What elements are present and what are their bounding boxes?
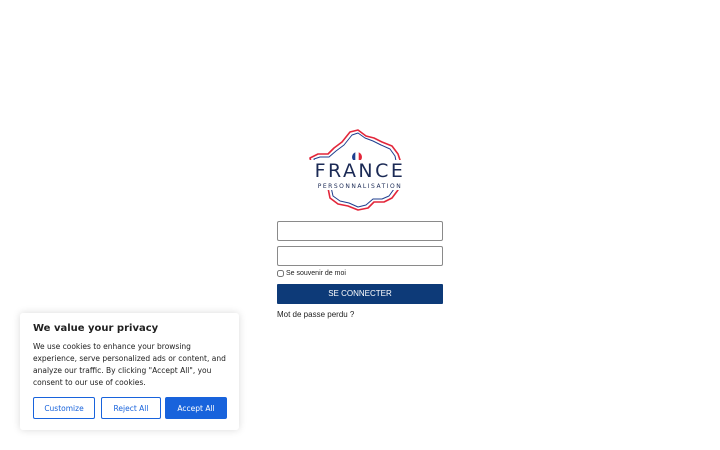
reject-all-button[interactable]: Reject All bbox=[101, 397, 161, 419]
username-input[interactable] bbox=[277, 221, 443, 241]
login-page: FRANCE PERSONNALISATION Se souvenir de m… bbox=[0, 0, 720, 450]
cookie-consent-banner: We value your privacy We use cookies to … bbox=[20, 313, 239, 430]
accept-all-button[interactable]: Accept All bbox=[165, 397, 227, 419]
cookie-title: We value your privacy bbox=[33, 323, 159, 334]
brand-name: FRANCE bbox=[314, 160, 406, 182]
lost-password-link[interactable]: Mot de passe perdu ? bbox=[277, 310, 354, 319]
customize-button[interactable]: Customize bbox=[33, 397, 95, 419]
login-button[interactable]: SE CONNECTER bbox=[277, 284, 443, 304]
remember-me[interactable]: Se souvenir de moi bbox=[277, 270, 346, 277]
remember-me-checkbox[interactable] bbox=[277, 270, 284, 277]
password-input[interactable] bbox=[277, 246, 443, 266]
cookie-description: We use cookies to enhance your browsing … bbox=[33, 342, 226, 387]
remember-me-label: Se souvenir de moi bbox=[286, 270, 346, 277]
brand-subtitle: PERSONNALISATION bbox=[317, 183, 403, 190]
